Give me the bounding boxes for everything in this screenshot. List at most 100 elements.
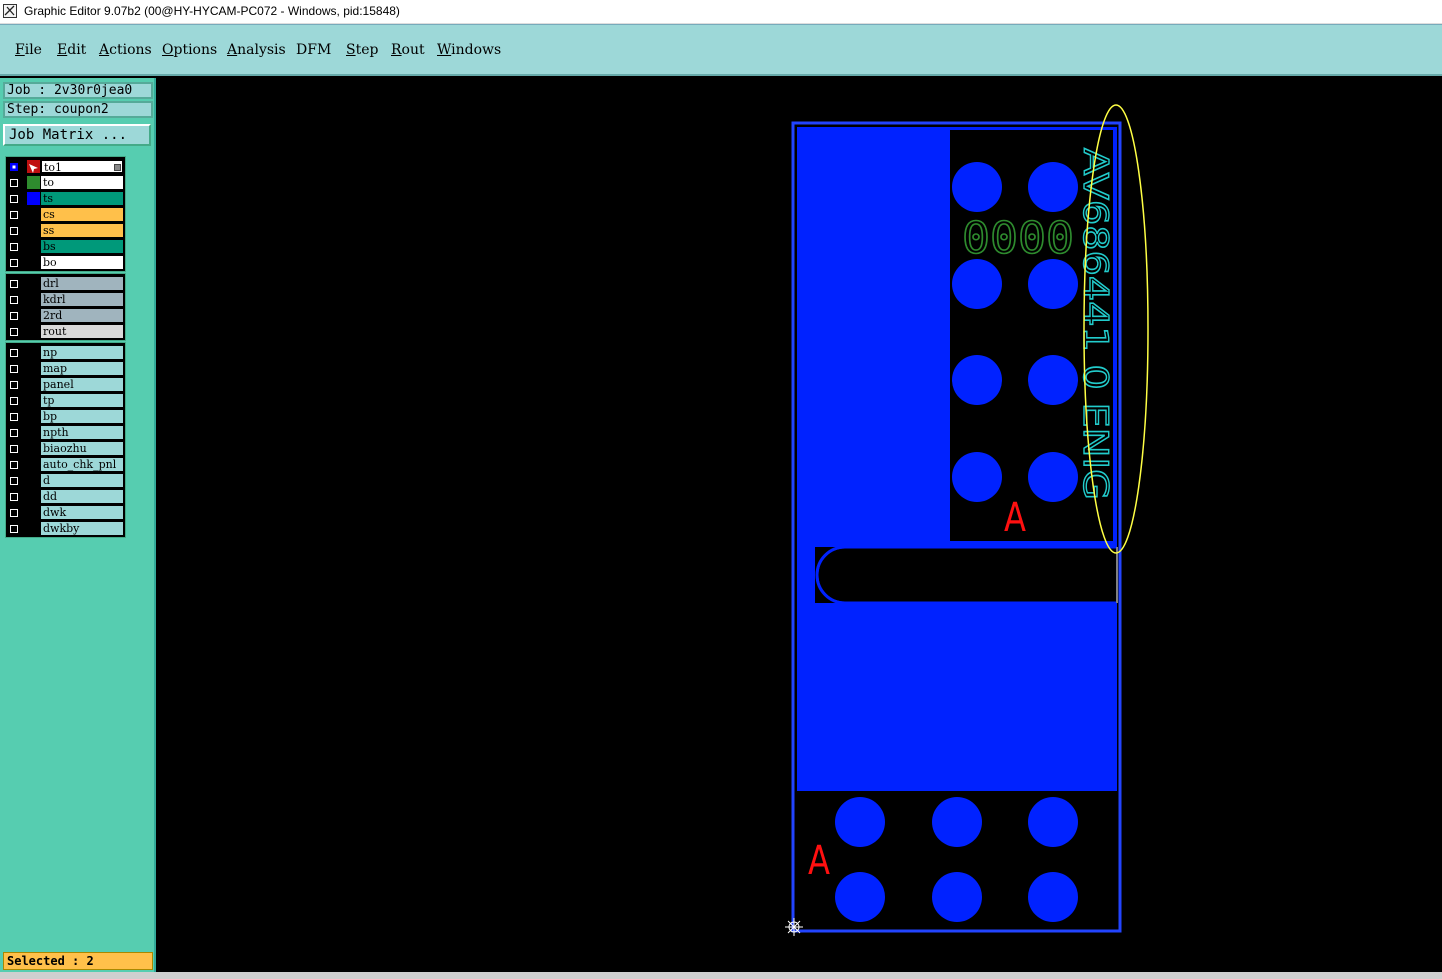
layer-checkbox[interactable] xyxy=(10,413,18,421)
layer-row-to[interactable]: to xyxy=(6,175,125,191)
layer-color-swatch[interactable] xyxy=(27,490,40,503)
layer-name[interactable]: drl xyxy=(41,277,123,290)
layer-name[interactable]: d xyxy=(41,474,123,487)
layer-row-drl[interactable]: drl xyxy=(6,276,125,292)
layer-color-swatch[interactable] xyxy=(27,208,40,221)
layer-color-swatch[interactable] xyxy=(27,192,40,205)
layer-color-swatch[interactable] xyxy=(27,474,40,487)
layer-name[interactable]: kdrl xyxy=(41,293,123,306)
graphic-editor-icon[interactable] xyxy=(3,4,17,18)
layer-checkbox[interactable] xyxy=(10,328,18,336)
layer-color-swatch[interactable] xyxy=(27,394,40,407)
layer-name[interactable]: ts xyxy=(41,192,123,205)
layer-checkbox[interactable] xyxy=(10,280,18,288)
layer-color-swatch[interactable] xyxy=(27,426,40,439)
layer-row-kdrl[interactable]: kdrl xyxy=(6,292,125,308)
menu-windows[interactable]: Windows xyxy=(437,42,501,58)
layer-name[interactable]: 2rd xyxy=(41,309,123,322)
layer-color-swatch[interactable] xyxy=(27,277,40,290)
layer-checkbox[interactable] xyxy=(10,381,18,389)
layer-color-swatch[interactable] xyxy=(27,378,40,391)
layer-row-dd[interactable]: dd xyxy=(6,489,125,505)
layer-color-swatch[interactable] xyxy=(27,256,40,269)
job-matrix-button[interactable]: Job Matrix ... xyxy=(3,124,151,146)
layer-checkbox[interactable] xyxy=(10,461,18,469)
menu-file[interactable]: File xyxy=(15,42,42,58)
layer-checkbox[interactable] xyxy=(10,243,18,251)
layer-color-swatch[interactable] xyxy=(27,176,40,189)
pointer-icon[interactable] xyxy=(27,160,40,173)
layer-row-panel[interactable]: panel xyxy=(6,377,125,393)
layer-checkbox[interactable] xyxy=(10,429,18,437)
layer-row-bp[interactable]: bp xyxy=(6,409,125,425)
layer-checkbox[interactable] xyxy=(10,312,18,320)
menu-actions[interactable]: Actions xyxy=(99,42,152,58)
layer-color-swatch[interactable] xyxy=(27,240,40,253)
layer-row-ts[interactable]: ts xyxy=(6,191,125,207)
layer-name[interactable]: dwk xyxy=(41,506,123,519)
layer-color-swatch[interactable] xyxy=(27,309,40,322)
layer-color-swatch[interactable] xyxy=(27,224,40,237)
layer-checkbox[interactable] xyxy=(10,525,18,533)
layer-checkbox[interactable] xyxy=(10,477,18,485)
layer-name[interactable]: np xyxy=(41,346,123,359)
layer-row-to1[interactable]: to1 xyxy=(6,159,125,175)
layer-name[interactable]: biaozhu xyxy=(41,442,123,455)
layer-name[interactable]: to xyxy=(41,176,123,189)
menu-step[interactable]: Step xyxy=(346,42,378,58)
layer-checkbox[interactable] xyxy=(10,493,18,501)
layer-color-swatch[interactable] xyxy=(27,410,40,423)
layer-checkbox[interactable] xyxy=(10,227,18,235)
layer-row-npth[interactable]: npth xyxy=(6,425,125,441)
layer-name[interactable]: map xyxy=(41,362,123,375)
layer-checkbox[interactable] xyxy=(10,296,18,304)
layer-name[interactable]: bp xyxy=(41,410,123,423)
layer-checkbox[interactable] xyxy=(10,211,18,219)
menu-analysis[interactable]: Analysis xyxy=(227,42,286,58)
layer-row-dwk[interactable]: dwk xyxy=(6,505,125,521)
layer-color-swatch[interactable] xyxy=(27,506,40,519)
layer-row-ss[interactable]: ss xyxy=(6,223,125,239)
layer-name[interactable]: cs xyxy=(41,208,123,221)
layer-row-biaozhu[interactable]: biaozhu xyxy=(6,441,125,457)
menu-dfm[interactable]: DFM xyxy=(296,42,331,58)
layer-checkbox[interactable] xyxy=(10,179,18,187)
layer-row-tp[interactable]: tp xyxy=(6,393,125,409)
layer-name[interactable]: auto_chk_pnl xyxy=(41,458,123,471)
layer-row-rout[interactable]: rout xyxy=(6,324,125,340)
layer-name[interactable]: ss xyxy=(41,224,123,237)
layer-checkbox[interactable] xyxy=(10,195,18,203)
layer-row-auto_chk_pnl[interactable]: auto_chk_pnl xyxy=(6,457,125,473)
layer-color-swatch[interactable] xyxy=(27,325,40,338)
layer-color-swatch[interactable] xyxy=(27,442,40,455)
layer-checkbox[interactable] xyxy=(10,445,18,453)
layer-name[interactable]: tp xyxy=(41,394,123,407)
layer-color-swatch[interactable] xyxy=(27,362,40,375)
layer-name[interactable]: bo xyxy=(41,256,123,269)
layer-name[interactable]: dd xyxy=(41,490,123,503)
layer-row-map[interactable]: map xyxy=(6,361,125,377)
layer-color-swatch[interactable] xyxy=(27,346,40,359)
layer-row-np[interactable]: np xyxy=(6,345,125,361)
layer-checkbox[interactable] xyxy=(10,259,18,267)
layer-name[interactable]: rout xyxy=(41,325,123,338)
layer-row-bo[interactable]: bo xyxy=(6,255,125,271)
layer-checkbox[interactable] xyxy=(10,365,18,373)
graphics-canvas[interactable]: 0000 AV686441 0 ENIG A A xyxy=(156,78,1442,972)
layer-name[interactable]: to1 xyxy=(41,160,123,173)
layer-name[interactable]: dwkby xyxy=(41,522,123,535)
layer-row-2rd[interactable]: 2rd xyxy=(6,308,125,324)
layer-color-swatch[interactable] xyxy=(27,293,40,306)
menu-options[interactable]: Options xyxy=(162,42,217,58)
menu-rout[interactable]: Rout xyxy=(391,42,425,58)
layer-row-cs[interactable]: cs xyxy=(6,207,125,223)
menu-edit[interactable]: Edit xyxy=(57,42,86,58)
layer-color-swatch[interactable] xyxy=(27,458,40,471)
layer-checkbox[interactable] xyxy=(10,163,18,171)
layer-checkbox[interactable] xyxy=(10,397,18,405)
layer-name[interactable]: panel xyxy=(41,378,123,391)
layer-color-swatch[interactable] xyxy=(27,522,40,535)
layer-name[interactable]: bs xyxy=(41,240,123,253)
layer-name[interactable]: npth xyxy=(41,426,123,439)
layer-row-bs[interactable]: bs xyxy=(6,239,125,255)
